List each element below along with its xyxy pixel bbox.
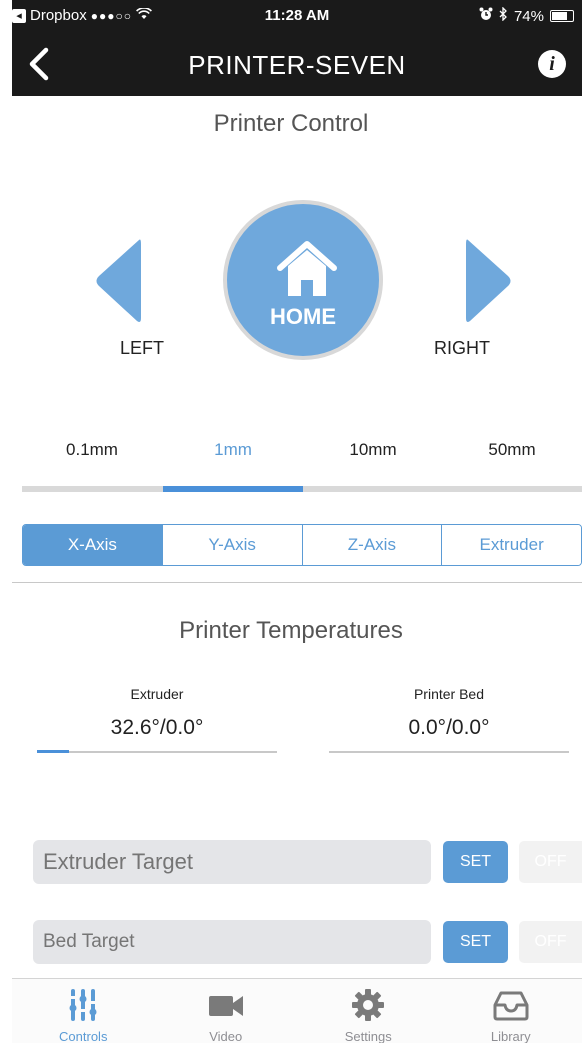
extruder-off-button[interactable]: OFF (519, 841, 582, 883)
nav-bar: PRINTER-SEVEN i (12, 32, 582, 96)
axis-tab-z[interactable]: Z-Axis (302, 525, 443, 565)
status-bar: ◂ Dropbox ●●●○○ 11:28 AM 74% (12, 0, 582, 32)
bed-set-button[interactable]: SET (443, 921, 508, 963)
axis-tab-extruder[interactable]: Extruder (442, 525, 581, 565)
bed-off-button[interactable]: OFF (519, 921, 582, 963)
right-arrow-button[interactable] (464, 236, 514, 326)
extruder-temp-bar (37, 751, 277, 753)
video-camera-icon (208, 996, 243, 1016)
bed-temp-value: 0.0°/0.0° (408, 716, 490, 739)
battery-icon (550, 10, 574, 22)
bed-temp-label: Printer Bed (413, 686, 485, 702)
tab-video-label: Video (209, 1029, 243, 1043)
tab-controls[interactable]: Controls (12, 979, 155, 1043)
tab-library-label: Library (490, 1029, 531, 1043)
extruder-set-button[interactable]: SET (443, 841, 508, 883)
status-right: 74% (479, 6, 574, 25)
tab-library[interactable]: Library (440, 979, 582, 1043)
extruder-target-input[interactable] (33, 840, 431, 884)
home-label: HOME (270, 304, 336, 329)
printer-control-title: Printer Control (213, 110, 369, 137)
tab-controls-label: Controls (59, 1029, 108, 1043)
bed-target-input[interactable] (33, 920, 431, 964)
left-arrow-button[interactable] (93, 236, 143, 326)
gear-icon (352, 989, 385, 1021)
step-option-1mm[interactable]: 1mm (163, 440, 303, 460)
battery-percent: 74% (513, 7, 544, 25)
tab-bar: Controls Video Settings Library (12, 978, 582, 1043)
step-option-50mm[interactable]: 50mm (442, 440, 582, 460)
step-track-selected-indicator (163, 486, 303, 492)
axis-tab-x[interactable]: X-Axis (23, 525, 163, 565)
right-label: RIGHT (434, 338, 490, 358)
axis-segmented-control: X-Axis Y-Axis Z-Axis Extruder (22, 524, 582, 566)
inbox-tray-icon (493, 991, 529, 1021)
left-label: LEFT (120, 338, 165, 358)
extruder-temp-value: 32.6°/0.0° (110, 716, 204, 739)
bed-temp-bar (329, 751, 569, 753)
step-option-10mm[interactable]: 10mm (303, 440, 443, 460)
printer-temperatures-title: Printer Temperatures (179, 617, 403, 644)
sliders-icon (69, 989, 97, 1021)
section-divider (12, 582, 582, 583)
step-option-0-1mm[interactable]: 0.1mm (22, 440, 162, 460)
tab-video[interactable]: Video (155, 979, 298, 1043)
extruder-temp-bar-fill (37, 750, 69, 753)
info-icon[interactable]: i (538, 50, 566, 78)
alarm-icon (479, 7, 493, 25)
house-icon (277, 241, 337, 296)
axis-tab-y[interactable]: Y-Axis (162, 525, 303, 565)
tab-settings-label: Settings (344, 1029, 392, 1043)
page-title: PRINTER-SEVEN (188, 50, 406, 80)
bluetooth-icon (499, 6, 508, 25)
extruder-temp-label: Extruder (130, 686, 184, 702)
home-button[interactable]: HOME (223, 200, 383, 360)
tab-settings[interactable]: Settings (297, 979, 440, 1043)
